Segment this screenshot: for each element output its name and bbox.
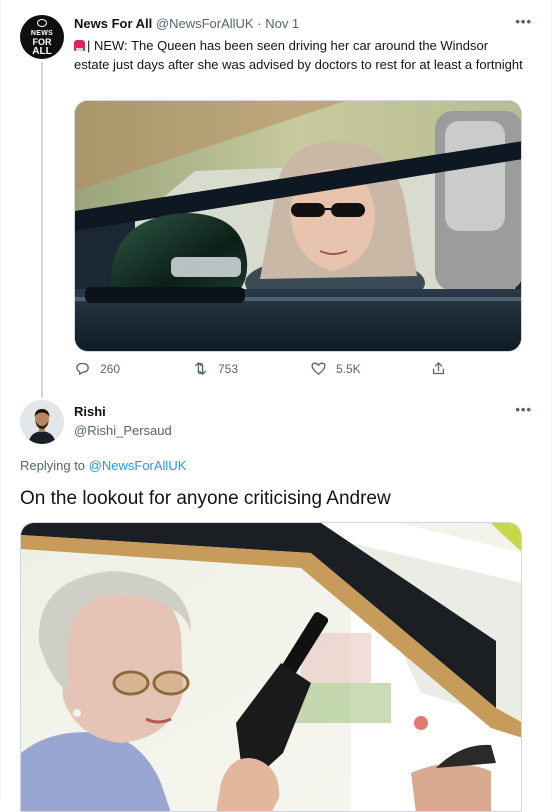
- tweet-text-body: | NEW: The Queen has been seen driving h…: [74, 38, 523, 72]
- like-count: 5.5K: [336, 361, 361, 376]
- retweet-icon: [194, 362, 207, 375]
- reply-photo[interactable]: [20, 522, 522, 812]
- news-for-all-avatar[interactable]: NEWS FOR ALL: [20, 15, 64, 59]
- replying-to-handle-link[interactable]: @NewsForAllUK: [89, 458, 187, 473]
- like-action[interactable]: 5.5K: [310, 360, 361, 377]
- replying-to-line: Replying to @NewsForAllUK: [20, 458, 186, 473]
- reply-author-handle[interactable]: @Rishi_Persaud: [74, 423, 172, 438]
- reply-author-display-name[interactable]: Rishi: [74, 404, 106, 419]
- retweet-action[interactable]: 753: [192, 360, 238, 377]
- tweet-date[interactable]: Nov 1: [265, 16, 299, 31]
- thread-connector-line: [41, 62, 43, 398]
- replying-to-label: Replying to: [20, 458, 86, 473]
- author-display-name[interactable]: News For All: [74, 16, 152, 31]
- header-separator: ·: [257, 16, 262, 31]
- queen-with-gun-meme-photo: [21, 523, 521, 811]
- share-action[interactable]: [430, 360, 447, 377]
- author-handle[interactable]: @NewsForAllUK: [156, 16, 254, 31]
- rishi-avatar[interactable]: [20, 400, 64, 444]
- reply-action[interactable]: 260: [74, 360, 120, 377]
- more-options-icon[interactable]: •••: [515, 14, 532, 29]
- reply-more-options-icon[interactable]: •••: [515, 402, 532, 417]
- heart-icon: [311, 362, 326, 375]
- logo-globe-icon: [37, 18, 47, 27]
- tweet-text: | NEW: The Queen has been seen driving h…: [74, 36, 524, 74]
- reply-icon: [76, 362, 89, 376]
- rotating-light-emoji-icon: [74, 40, 85, 51]
- retweet-count: 753: [218, 361, 239, 376]
- tweet-actions: 260 753 5.5K: [74, 360, 454, 384]
- queen-in-car-photo: [75, 101, 521, 351]
- tweet-photo[interactable]: [74, 100, 522, 352]
- reply-count: 260: [100, 361, 121, 376]
- reply-tweet-text: On the lookout for anyone criticising An…: [20, 488, 391, 509]
- avatar-word-3: ALL: [32, 45, 52, 57]
- share-icon: [432, 362, 445, 375]
- profile-photo: [20, 400, 64, 444]
- tweet-header: News For All @NewsForAllUK · Nov 1: [74, 16, 299, 31]
